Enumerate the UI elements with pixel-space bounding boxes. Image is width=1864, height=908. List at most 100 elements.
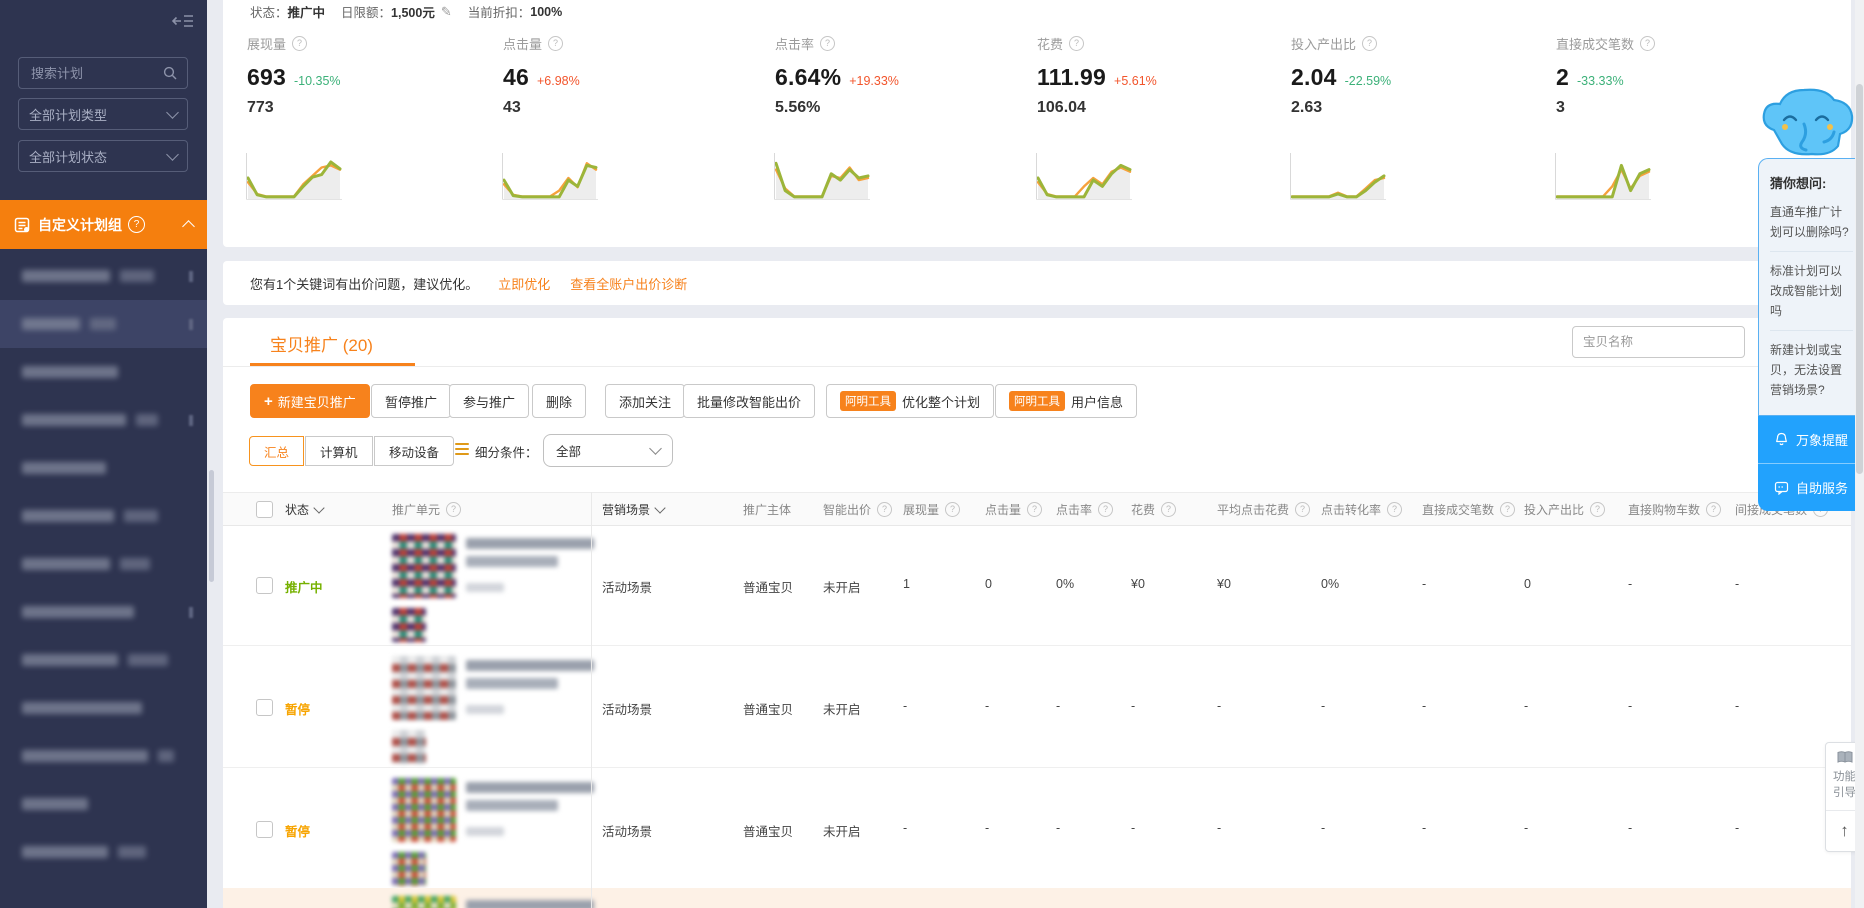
product-cell[interactable] bbox=[392, 778, 602, 882]
plan-item[interactable] bbox=[0, 636, 207, 684]
select-all-checkbox[interactable] bbox=[256, 501, 273, 518]
overview-card: 状态： 推广中 日限额： 1,500元 ✎ 当前折扣： 100% ⚙ 投放平台/… bbox=[223, 0, 1851, 247]
chevron-down-icon bbox=[166, 106, 179, 119]
table-cell: 活动场景 bbox=[602, 577, 652, 596]
metric-card[interactable]: 花费? 111.99+5.61% 106.04 bbox=[1037, 34, 1287, 117]
bid-diagnosis-link[interactable]: 查看全账户出价诊断 bbox=[570, 274, 687, 293]
campaign-status-bar: 状态： 推广中 日限额： 1,500元 ✎ 当前折扣： 100% bbox=[250, 2, 578, 21]
create-promotion-button[interactable]: +新建宝贝推广 bbox=[250, 384, 370, 418]
add-watch-button[interactable]: 添加关注 bbox=[605, 384, 685, 418]
scrollbar-thumb[interactable] bbox=[1856, 84, 1863, 474]
faq-question[interactable]: 直通车推广计划可以删除吗? bbox=[1770, 202, 1853, 251]
table-cell: - bbox=[1056, 699, 1060, 713]
plan-item[interactable] bbox=[0, 492, 207, 540]
search-icon bbox=[163, 66, 177, 80]
info-icon: ? bbox=[945, 502, 960, 517]
tab-item-promotion[interactable]: 宝贝推广 (20) bbox=[270, 331, 373, 356]
plan-search-input[interactable] bbox=[29, 65, 163, 82]
status-label: 状态： bbox=[250, 2, 288, 21]
page-scrollbar[interactable] bbox=[1855, 0, 1864, 908]
amin-tool-badge: 阿明工具 bbox=[840, 391, 896, 411]
table-cell: 普通宝贝 bbox=[743, 821, 793, 840]
plan-item[interactable] bbox=[0, 252, 207, 300]
row-status: 暂停 bbox=[285, 821, 310, 840]
plan-item[interactable] bbox=[0, 588, 207, 636]
info-icon: ? bbox=[1590, 502, 1605, 517]
edit-budget-icon[interactable]: ✎ bbox=[441, 4, 452, 20]
notification-reminder-button[interactable]: 万象提醒 bbox=[1758, 416, 1864, 463]
alert-text: 您有1个关键词有出价问题，建议优化。 bbox=[250, 274, 478, 293]
help-circle-icon[interactable]: ? bbox=[128, 216, 145, 233]
metric-value: 46 bbox=[503, 64, 529, 91]
plan-item[interactable] bbox=[0, 684, 207, 732]
column-header[interactable]: 状态 bbox=[285, 493, 323, 525]
plan-item[interactable] bbox=[0, 732, 207, 780]
table-cell: 活动场景 bbox=[602, 821, 652, 840]
metric-card[interactable]: 点击量? 46+6.98% 43 bbox=[503, 34, 753, 117]
segment-filter-dropdown[interactable]: 全部 bbox=[543, 434, 673, 467]
sidebar-scrollbar[interactable] bbox=[209, 470, 214, 582]
table-cell: 1 bbox=[903, 577, 910, 591]
column-header: 智能出价? bbox=[823, 493, 892, 525]
metric-card[interactable]: 点击率? 6.64%+19.33% 5.56% bbox=[775, 34, 1025, 117]
plan-item[interactable] bbox=[0, 780, 207, 828]
sparkline-chart bbox=[1034, 148, 1134, 206]
info-icon: ? bbox=[820, 36, 835, 51]
table-cell: - bbox=[1422, 699, 1426, 713]
plan-item[interactable] bbox=[0, 396, 207, 444]
pause-promotion-button[interactable]: 暂停推广 bbox=[371, 384, 451, 418]
delete-button[interactable]: 删除 bbox=[532, 384, 586, 418]
plan-type-value: 全部计划类型 bbox=[29, 105, 107, 124]
plan-search-box[interactable] bbox=[18, 57, 188, 89]
plan-group-label: 自定义计划组 bbox=[38, 215, 122, 235]
optimize-now-link[interactable]: 立即优化 bbox=[498, 274, 550, 293]
faq-question[interactable]: 新建计划或宝贝，无法设置营销场景? bbox=[1770, 330, 1853, 409]
plan-status-value: 全部计划状态 bbox=[29, 147, 107, 166]
product-cell[interactable] bbox=[392, 534, 602, 638]
segment-summary[interactable]: 汇总 bbox=[249, 436, 304, 466]
column-header[interactable]: 营销场景 bbox=[602, 493, 664, 525]
row-status: 推广中 bbox=[285, 577, 323, 596]
batch-smart-bid-button[interactable]: 批量修改智能出价 bbox=[683, 384, 815, 418]
metric-card[interactable]: 投入产出比? 2.04-22.59% 2.63 bbox=[1291, 34, 1541, 117]
chat-icon bbox=[1774, 480, 1789, 495]
table-cell: - bbox=[1524, 699, 1528, 713]
plan-status-select[interactable]: 全部计划状态 bbox=[18, 140, 188, 172]
amin-optimize-plan-button[interactable]: 阿明工具优化整个计划 bbox=[826, 384, 994, 418]
table-cell: 0% bbox=[1321, 577, 1339, 591]
column-header: 平均点击花费? bbox=[1217, 493, 1310, 525]
table-cell: - bbox=[1217, 699, 1221, 713]
table-cell: 未开启 bbox=[823, 821, 861, 840]
plan-item[interactable] bbox=[0, 828, 207, 876]
plan-item[interactable] bbox=[0, 444, 207, 492]
collapse-sidebar-icon[interactable] bbox=[171, 12, 195, 30]
metric-card[interactable]: 展现量? 693-10.35% 773 bbox=[247, 34, 497, 117]
row-checkbox[interactable] bbox=[256, 577, 273, 594]
item-name-search-input[interactable] bbox=[1572, 326, 1745, 358]
plan-item[interactable] bbox=[0, 540, 207, 588]
row-checkbox[interactable] bbox=[256, 699, 273, 716]
segment-pc[interactable]: 计算机 bbox=[305, 436, 373, 466]
plan-item-selected[interactable] bbox=[0, 300, 207, 348]
info-icon: ? bbox=[1706, 502, 1721, 517]
join-promotion-button[interactable]: 参与推广 bbox=[449, 384, 529, 418]
table-cell: - bbox=[1131, 699, 1135, 713]
table-cell: - bbox=[1056, 821, 1060, 835]
table-cell: 普通宝贝 bbox=[743, 577, 793, 596]
table-cell: 普通宝贝 bbox=[743, 699, 793, 718]
table-cell: - bbox=[1628, 577, 1632, 591]
filter-value: 全部 bbox=[556, 441, 581, 460]
status-value: 推广中 bbox=[288, 2, 326, 21]
product-cell[interactable] bbox=[392, 656, 602, 760]
table-card: 宝贝推广 (20) +新建宝贝推广 暂停推广 参与推广 删除 添加关注 批量修改… bbox=[223, 318, 1851, 908]
table-row: 暂停 活动场景普通宝贝未开启---------- bbox=[223, 646, 1851, 768]
faq-question[interactable]: 标准计划可以改成智能计划吗 bbox=[1770, 251, 1853, 330]
self-service-button[interactable]: 自助服务 bbox=[1758, 463, 1864, 511]
row-checkbox[interactable] bbox=[256, 821, 273, 838]
column-header: 投入产出比? bbox=[1524, 493, 1605, 525]
amin-user-info-button[interactable]: 阿明工具用户信息 bbox=[995, 384, 1137, 418]
plan-item[interactable] bbox=[0, 348, 207, 396]
plan-type-select[interactable]: 全部计划类型 bbox=[18, 98, 188, 130]
custom-plan-group-header[interactable]: 自定义计划组 ? bbox=[0, 200, 207, 249]
segment-mobile[interactable]: 移动设备 bbox=[374, 436, 454, 466]
